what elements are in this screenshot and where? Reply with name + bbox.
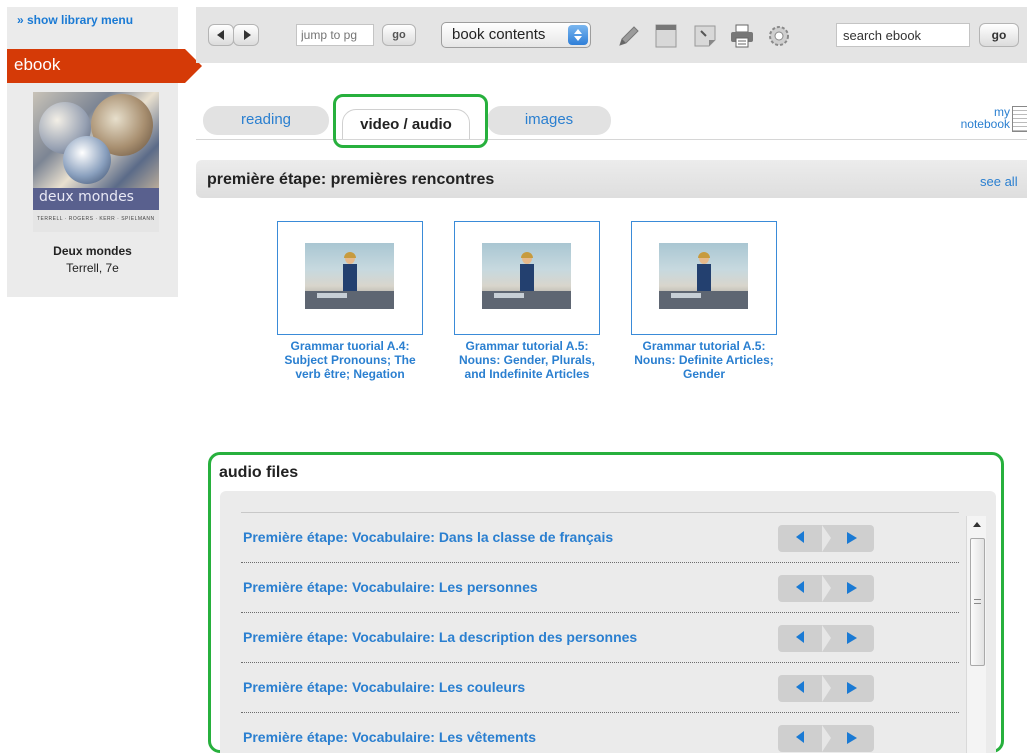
- ebook-section-tab: ebook: [7, 49, 202, 83]
- search-go-button[interactable]: go: [979, 23, 1019, 47]
- audio-player-button[interactable]: [778, 675, 874, 702]
- cover-authors: TERRELL · ROGERS · KERR · SPIELMANN: [37, 216, 155, 222]
- jump-to-page-input[interactable]: [296, 24, 374, 46]
- tab-divider: [196, 139, 1027, 140]
- page-icon[interactable]: [653, 23, 679, 49]
- book-cover-image[interactable]: deux mondes TERRELL · ROGERS · KERR · SP…: [33, 92, 159, 232]
- speaker-icon: [796, 581, 804, 593]
- video-thumbnail[interactable]: [631, 221, 777, 335]
- ebook-toolbar: go book contents go: [196, 7, 1027, 63]
- previous-page-button[interactable]: [208, 24, 234, 46]
- audio-row: Première étape: Vocabulaire: Dans la cla…: [241, 513, 959, 563]
- audio-player-button[interactable]: [778, 625, 874, 652]
- book-contents-select[interactable]: book contents: [441, 22, 591, 48]
- audio-title-link[interactable]: Première étape: Vocabulaire: La descript…: [243, 629, 637, 645]
- next-page-button[interactable]: [233, 24, 259, 46]
- audio-player-button[interactable]: [778, 725, 874, 752]
- audio-title-link[interactable]: Première étape: Vocabulaire: Les couleur…: [243, 679, 525, 695]
- sticky-note-icon[interactable]: [692, 23, 718, 49]
- audio-row: Première étape: Vocabulaire: Les couleur…: [241, 663, 959, 713]
- ebook-label: ebook: [14, 55, 61, 74]
- notebook-icon[interactable]: [1012, 106, 1027, 132]
- audio-player-button[interactable]: [778, 575, 874, 602]
- play-icon: [847, 682, 857, 694]
- speaker-icon: [796, 631, 804, 643]
- active-tab-highlight: [333, 94, 488, 148]
- show-library-menu-link[interactable]: » show library menu: [17, 13, 133, 27]
- settings-gear-icon[interactable]: [766, 23, 792, 49]
- speaker-icon: [796, 731, 804, 743]
- audio-row: Première étape: Vocabulaire: La descript…: [241, 613, 959, 663]
- video-caption-link[interactable]: Grammar tutorial A.5: Nouns: Gender, Plu…: [449, 339, 605, 381]
- scrollbar-thumb[interactable]: [970, 538, 985, 666]
- play-icon: [847, 582, 857, 594]
- scroll-up-arrow-icon[interactable]: [973, 522, 981, 527]
- see-all-link[interactable]: see all: [980, 174, 1018, 189]
- select-arrows-icon: [568, 25, 588, 45]
- book-title: Deux mondes: [53, 244, 132, 258]
- print-icon[interactable]: [729, 23, 755, 49]
- cover-title: deux mondes: [39, 189, 134, 205]
- section-title: première étape: premières rencontres: [207, 171, 495, 188]
- audio-files-title: audio files: [219, 464, 299, 481]
- play-icon: [847, 632, 857, 644]
- tab-reading[interactable]: reading: [203, 106, 329, 135]
- pencil-icon[interactable]: [616, 23, 642, 49]
- book-contents-value: book contents: [452, 26, 546, 43]
- audio-list[interactable]: Première étape: Vocabulaire: Dans la cla…: [241, 512, 959, 753]
- audio-player-button[interactable]: [778, 525, 874, 552]
- video-caption-link[interactable]: Grammar tuorial A.4: Subject Pronouns; T…: [272, 339, 428, 381]
- audio-list-scrollbar[interactable]: [966, 516, 986, 753]
- play-icon: [847, 532, 857, 544]
- video-thumbnail[interactable]: [277, 221, 423, 335]
- audio-title-link[interactable]: Première étape: Vocabulaire: Dans la cla…: [243, 529, 613, 545]
- audio-title-link[interactable]: Première étape: Vocabulaire: Les vêtemen…: [243, 729, 536, 745]
- notebook-label-line2: notebook: [960, 117, 1010, 131]
- audio-row: Première étape: Vocabulaire: Les vêtemen…: [241, 713, 959, 753]
- search-ebook-input[interactable]: [836, 23, 970, 47]
- speaker-icon: [796, 681, 804, 693]
- video-caption-link[interactable]: Grammar tutorial A.5: Nouns: Definite Ar…: [626, 339, 782, 381]
- arrow-right-icon: [244, 30, 251, 40]
- play-icon: [847, 732, 857, 744]
- audio-title-link[interactable]: Première étape: Vocabulaire: Les personn…: [243, 579, 538, 595]
- book-author: Terrell, 7e: [66, 261, 119, 275]
- speaker-icon: [796, 531, 804, 543]
- section-header: première étape: premières rencontres see…: [196, 160, 1027, 198]
- jump-go-button[interactable]: go: [382, 24, 416, 46]
- library-sidebar: » show library menu ebook deux mondes TE…: [7, 7, 202, 297]
- tab-images[interactable]: images: [487, 106, 611, 135]
- audio-row: Première étape: Vocabulaire: Les personn…: [241, 563, 959, 613]
- arrow-left-icon: [217, 30, 224, 40]
- video-thumbnail[interactable]: [454, 221, 600, 335]
- my-notebook-link[interactable]: my notebook: [920, 106, 1010, 130]
